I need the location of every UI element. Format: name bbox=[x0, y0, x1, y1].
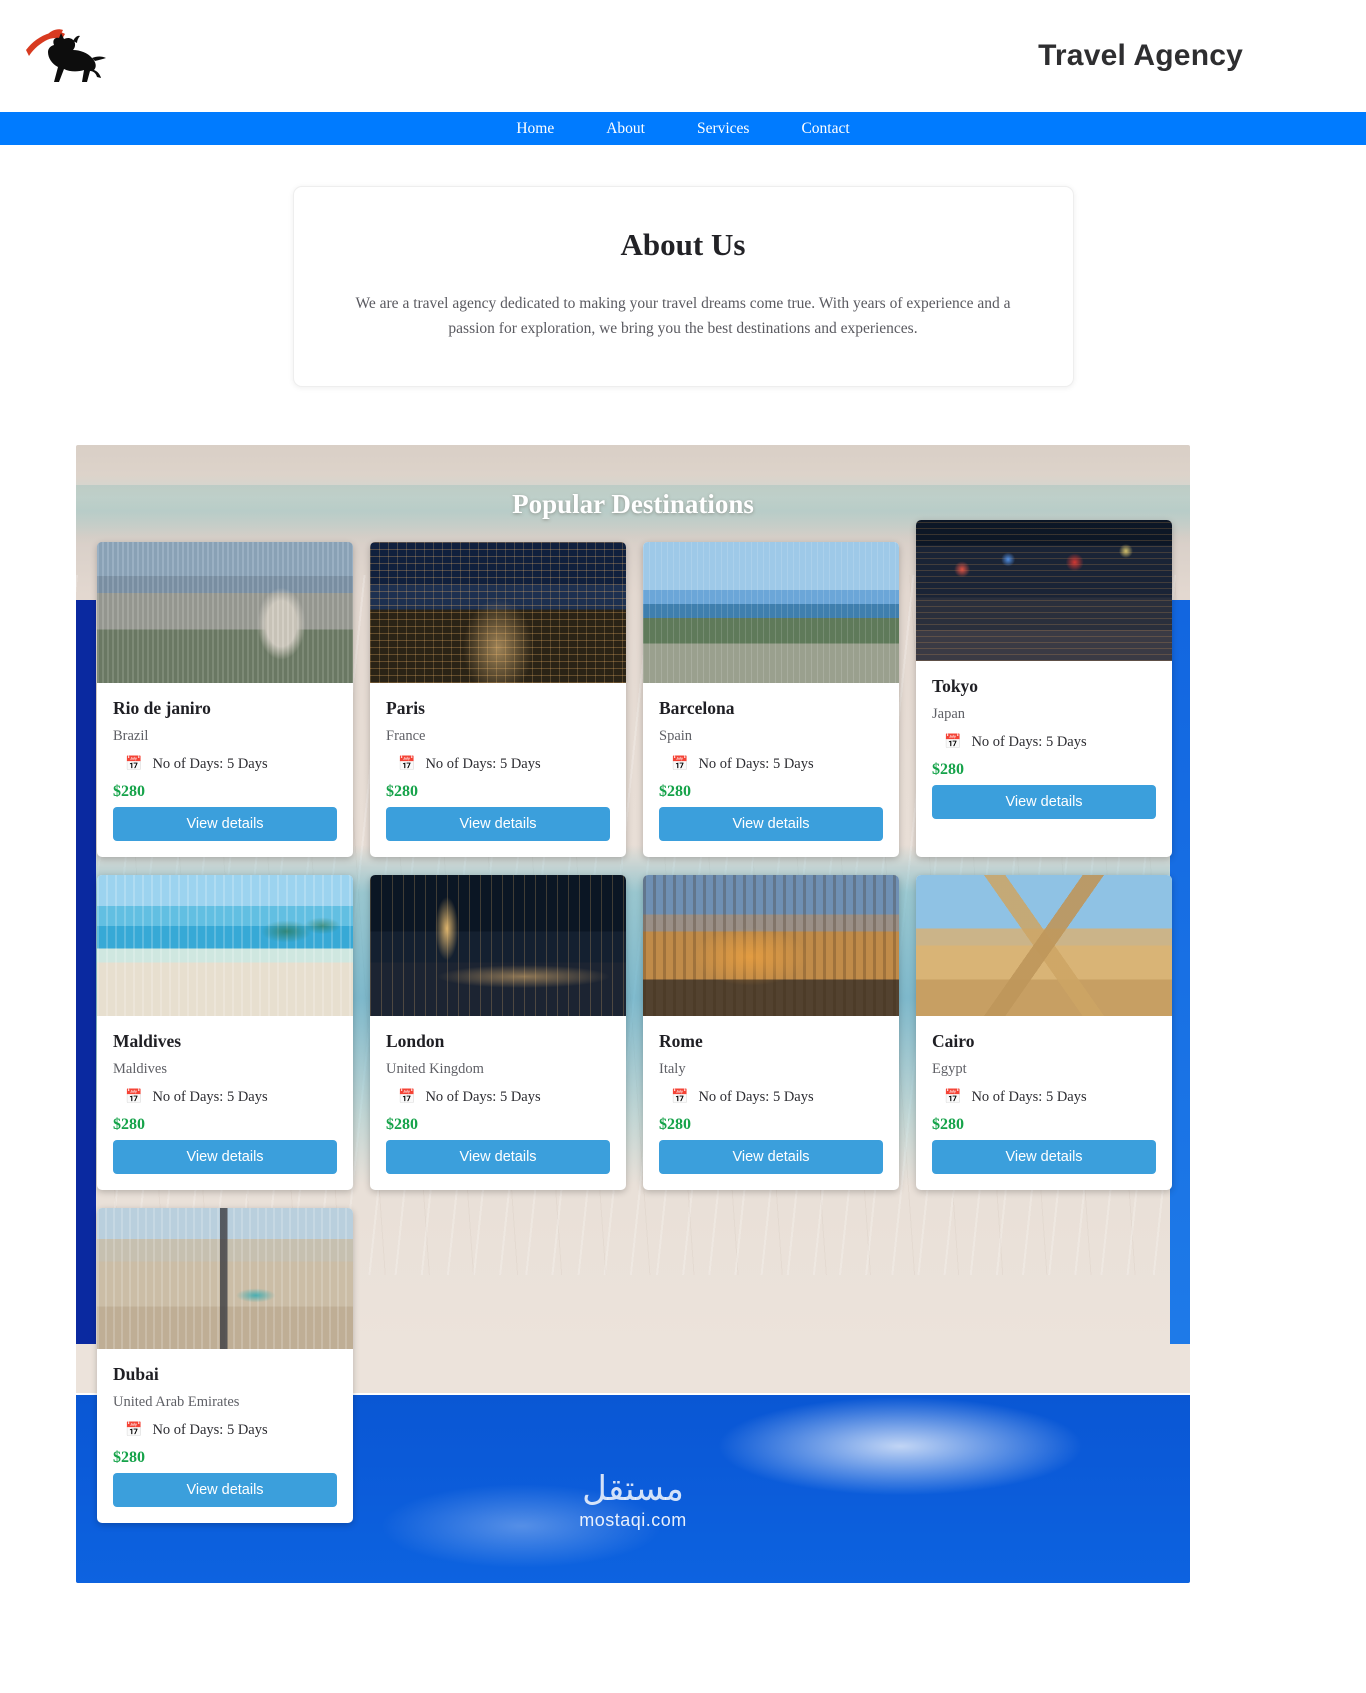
page-title: Travel Agency bbox=[1038, 39, 1243, 72]
destination-card[interactable]: Rome Italy 📅 No of Days: 5 Days $280 Vie… bbox=[643, 875, 899, 1191]
destination-price: $280 bbox=[932, 1116, 964, 1134]
destination-days-label: No of Days: 5 Days bbox=[698, 1089, 814, 1106]
destination-country: Italy bbox=[659, 1061, 686, 1078]
view-details-button[interactable]: View details bbox=[659, 807, 883, 842]
destination-days-label: No of Days: 5 Days bbox=[971, 734, 1087, 751]
popular-destinations-section: Popular Destinations Rio de janiro Brazi… bbox=[76, 445, 1190, 1584]
cairo-pyramids-photo bbox=[916, 875, 1172, 1017]
maldives-beach-photo bbox=[97, 875, 353, 1017]
destination-days: 📅 No of Days: 5 Days bbox=[113, 1089, 337, 1106]
barcelona-harbor-photo bbox=[643, 542, 899, 684]
calendar-icon: 📅 bbox=[125, 1422, 143, 1438]
brand-logo[interactable] bbox=[18, 16, 128, 96]
about-text: We are a travel agency dedicated to maki… bbox=[355, 295, 1011, 338]
destination-price: $280 bbox=[932, 761, 964, 779]
nav-item-contact[interactable]: Contact bbox=[775, 112, 875, 145]
dubai-skyline-photo bbox=[97, 1208, 353, 1350]
destination-days-label: No of Days: 5 Days bbox=[152, 756, 268, 773]
destination-card[interactable]: Barcelona Spain 📅 No of Days: 5 Days $28… bbox=[643, 542, 899, 858]
destination-days: 📅 No of Days: 5 Days bbox=[659, 756, 883, 773]
london-big-ben-photo bbox=[370, 875, 626, 1017]
destination-city: Paris bbox=[386, 698, 425, 719]
calendar-icon: 📅 bbox=[125, 756, 143, 772]
view-details-button[interactable]: View details bbox=[659, 1140, 883, 1175]
destination-price: $280 bbox=[386, 783, 418, 801]
destination-days: 📅 No of Days: 5 Days bbox=[932, 734, 1156, 751]
destination-card[interactable]: Dubai United Arab Emirates 📅 No of Days:… bbox=[97, 1208, 353, 1524]
destination-card[interactable]: London United Kingdom 📅 No of Days: 5 Da… bbox=[370, 875, 626, 1191]
calendar-icon: 📅 bbox=[398, 756, 416, 772]
destination-card[interactable]: Rio de janiro Brazil 📅 No of Days: 5 Day… bbox=[97, 542, 353, 858]
destination-price: $280 bbox=[113, 1116, 145, 1134]
rio-de-janeiro-photo bbox=[97, 542, 353, 684]
destination-country: United Arab Emirates bbox=[113, 1394, 240, 1411]
destination-city: Barcelona bbox=[659, 698, 735, 719]
view-details-button[interactable]: View details bbox=[386, 807, 610, 842]
destination-days-label: No of Days: 5 Days bbox=[425, 756, 541, 773]
destination-card[interactable]: Cairo Egypt 📅 No of Days: 5 Days $280 Vi… bbox=[916, 875, 1172, 1191]
rome-colosseum-photo bbox=[643, 875, 899, 1017]
site-header: Travel Agency bbox=[0, 0, 1366, 112]
destination-country: Spain bbox=[659, 728, 693, 745]
destination-country: United Kingdom bbox=[386, 1061, 484, 1078]
calendar-icon: 📅 bbox=[125, 1089, 143, 1105]
destination-days: 📅 No of Days: 5 Days bbox=[113, 1422, 337, 1439]
destination-cards-grid: Rio de janiro Brazil 📅 No of Days: 5 Day… bbox=[76, 520, 1190, 1524]
view-details-button[interactable]: View details bbox=[932, 785, 1156, 820]
view-details-button[interactable]: View details bbox=[113, 807, 337, 842]
calendar-icon: 📅 bbox=[944, 734, 962, 750]
destination-price: $280 bbox=[113, 1449, 145, 1467]
destination-days-label: No of Days: 5 Days bbox=[971, 1089, 1087, 1106]
calendar-icon: 📅 bbox=[671, 756, 689, 772]
destination-city: Dubai bbox=[113, 1364, 159, 1385]
tokyo-neon-street-photo bbox=[916, 520, 1172, 662]
section-title: Popular Destinations bbox=[512, 489, 754, 520]
destination-price: $280 bbox=[386, 1116, 418, 1134]
destination-days-label: No of Days: 5 Days bbox=[698, 756, 814, 773]
destination-city: London bbox=[386, 1031, 445, 1052]
destination-price: $280 bbox=[659, 1116, 691, 1134]
destination-days-label: No of Days: 5 Days bbox=[425, 1089, 541, 1106]
view-details-button[interactable]: View details bbox=[113, 1473, 337, 1508]
view-details-button[interactable]: View details bbox=[113, 1140, 337, 1175]
destination-country: Japan bbox=[932, 706, 966, 723]
destination-days-label: No of Days: 5 Days bbox=[152, 1089, 268, 1106]
destination-city: Rio de janiro bbox=[113, 698, 211, 719]
paris-night-photo bbox=[370, 542, 626, 684]
destination-price: $280 bbox=[113, 783, 145, 801]
destination-country: Egypt bbox=[932, 1061, 967, 1078]
destination-city: Cairo bbox=[932, 1031, 975, 1052]
destination-days-label: No of Days: 5 Days bbox=[152, 1422, 268, 1439]
view-details-button[interactable]: View details bbox=[386, 1140, 610, 1175]
about-title: About Us bbox=[620, 227, 746, 262]
destination-card[interactable]: Paris France 📅 No of Days: 5 Days $280 V… bbox=[370, 542, 626, 858]
destination-country: Maldives bbox=[113, 1061, 167, 1078]
destination-days: 📅 No of Days: 5 Days bbox=[386, 756, 610, 773]
calendar-icon: 📅 bbox=[944, 1089, 962, 1105]
destination-card[interactable]: Maldives Maldives 📅 No of Days: 5 Days $… bbox=[97, 875, 353, 1191]
destination-city: Rome bbox=[659, 1031, 703, 1052]
calendar-icon: 📅 bbox=[671, 1089, 689, 1105]
destination-city: Tokyo bbox=[932, 676, 979, 697]
destination-days: 📅 No of Days: 5 Days bbox=[386, 1089, 610, 1106]
about-section: About Us We are a travel agency dedicate… bbox=[0, 145, 1366, 388]
view-details-button[interactable]: View details bbox=[932, 1140, 1156, 1175]
nav-item-home[interactable]: Home bbox=[490, 112, 580, 145]
destination-country: Brazil bbox=[113, 728, 149, 745]
destination-city: Maldives bbox=[113, 1031, 182, 1052]
calendar-icon: 📅 bbox=[398, 1089, 416, 1105]
about-card: About Us We are a travel agency dedicate… bbox=[292, 186, 1074, 388]
destination-days: 📅 No of Days: 5 Days bbox=[659, 1089, 883, 1106]
destination-price: $280 bbox=[659, 783, 691, 801]
nav-item-services[interactable]: Services bbox=[671, 112, 776, 145]
destination-days: 📅 No of Days: 5 Days bbox=[932, 1089, 1156, 1106]
destination-card[interactable]: Tokyo Japan 📅 No of Days: 5 Days $280 Vi… bbox=[916, 520, 1172, 858]
destination-days: 📅 No of Days: 5 Days bbox=[113, 756, 337, 773]
destination-country: France bbox=[386, 728, 426, 745]
bull-with-red-cape-icon bbox=[26, 29, 106, 82]
main-navigation: Home About Services Contact bbox=[0, 112, 1366, 145]
nav-item-about[interactable]: About bbox=[580, 112, 671, 145]
